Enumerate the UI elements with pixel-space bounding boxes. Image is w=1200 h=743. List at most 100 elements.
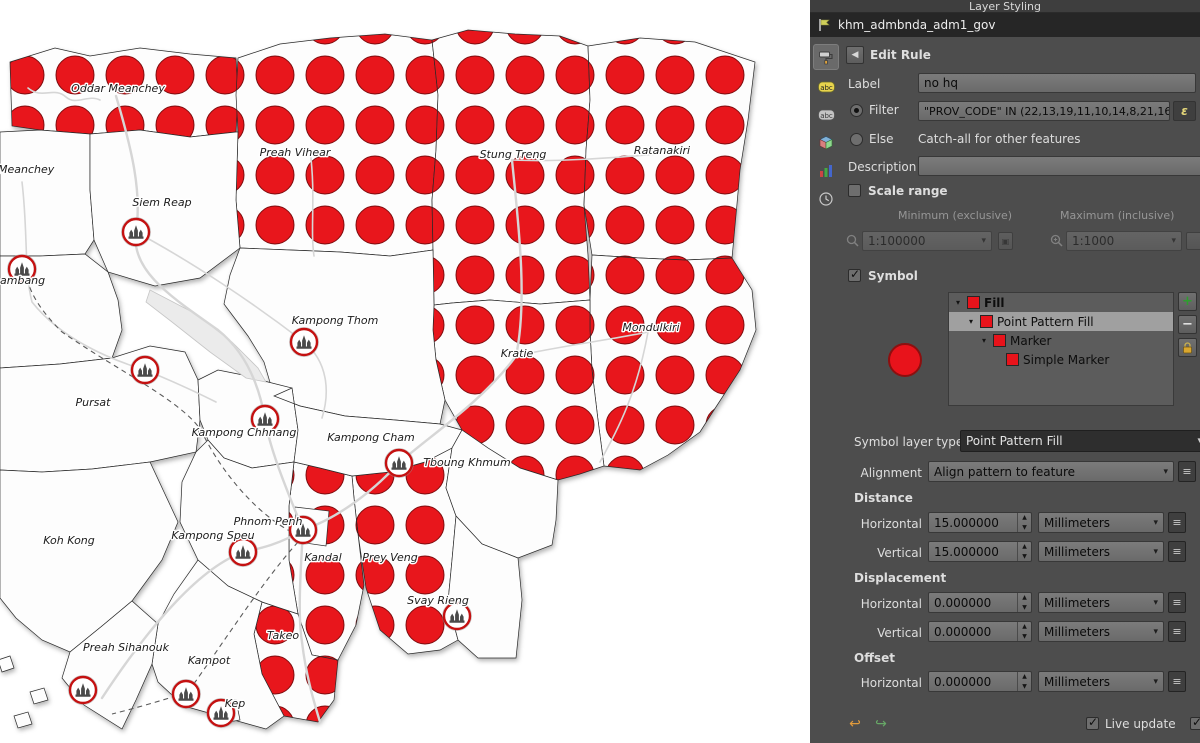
masks-tab-icon[interactable]: abc bbox=[813, 102, 839, 128]
redo-style-button[interactable]: ↪ bbox=[872, 714, 890, 732]
map-canvas[interactable]: Oddar MeancheyMeancheySiem ReapPreah Vih… bbox=[0, 0, 810, 743]
symbol-tree-item-simple-marker[interactable]: Simple Marker bbox=[949, 350, 1173, 369]
spin-arrows[interactable]: ▲▼ bbox=[1017, 542, 1031, 561]
alignment-dropdown[interactable]: Align pattern to feature ▾ bbox=[928, 461, 1174, 482]
spin-down-icon[interactable]: ▼ bbox=[1018, 603, 1031, 613]
province-label: Tboung Khmum bbox=[423, 456, 510, 469]
province-preah-vihear[interactable] bbox=[236, 34, 438, 256]
spin-arrows[interactable]: ▲▼ bbox=[1017, 672, 1031, 691]
spin-up-icon[interactable]: ▲ bbox=[1018, 672, 1031, 682]
filter-radio[interactable] bbox=[850, 104, 863, 117]
chevron-down-icon: ▾ bbox=[977, 236, 986, 246]
displacement-horizontal-spinbox[interactable]: 0.000000 ▲▼ bbox=[928, 592, 1032, 613]
remove-symbol-layer-button[interactable]: − bbox=[1178, 315, 1197, 334]
labels-abc-icon: abc bbox=[818, 80, 835, 94]
tree-expander-icon[interactable]: ▾ bbox=[979, 336, 989, 345]
label-input[interactable]: no hq bbox=[918, 73, 1196, 93]
back-button[interactable]: ◀ bbox=[846, 46, 864, 64]
province-label: Ratanakiri bbox=[634, 144, 690, 157]
symbol-caption: Symbol bbox=[868, 268, 918, 284]
alignment-data-defined-button[interactable]: ≡ bbox=[1178, 461, 1196, 482]
description-input[interactable] bbox=[918, 156, 1200, 176]
province-banteay-meanchey[interactable] bbox=[0, 130, 94, 256]
symbology-tab-icon[interactable] bbox=[813, 44, 839, 70]
symbol-swatch bbox=[980, 315, 993, 328]
symbol-tree-item-marker[interactable]: ▾Marker bbox=[949, 331, 1173, 350]
tree-expander-icon[interactable]: ▾ bbox=[966, 317, 976, 326]
spin-arrows[interactable]: ▲▼ bbox=[1017, 513, 1031, 532]
hq-marker bbox=[385, 449, 414, 478]
data-defined-icon: ≡ bbox=[1182, 465, 1191, 478]
province-label: Kampong Thom bbox=[292, 314, 379, 327]
spin-arrows[interactable]: ▲▼ bbox=[1017, 622, 1031, 641]
spin-down-icon[interactable]: ▼ bbox=[1018, 682, 1031, 692]
offset-horizontal-spinbox[interactable]: 0.000000 ▲▼ bbox=[928, 671, 1032, 692]
filter-expression-input[interactable]: "PROV_CODE" IN (22,13,19,11,10,14,8,21,1… bbox=[918, 101, 1170, 121]
symbol-checkbox[interactable] bbox=[848, 269, 861, 282]
lock-symbol-color-button[interactable] bbox=[1178, 338, 1197, 357]
province-mondulkiri[interactable] bbox=[590, 255, 756, 470]
displacement-vertical-spinbox[interactable]: 0.000000 ▲▼ bbox=[928, 621, 1032, 642]
displacement-horizontal-data-defined-button[interactable]: ≡ bbox=[1168, 592, 1186, 613]
chevron-down-icon: ▾ bbox=[1149, 547, 1158, 557]
tree-expander-icon[interactable]: ▾ bbox=[953, 298, 963, 307]
distance-horizontal-caption: Horizontal bbox=[838, 516, 922, 532]
symbol-tree-item-point-pattern-fill[interactable]: ▾Point Pattern Fill bbox=[949, 312, 1173, 331]
island bbox=[0, 656, 14, 672]
spin-arrows[interactable]: ▲▼ bbox=[1017, 593, 1031, 612]
displacement-horizontal-caption: Horizontal bbox=[838, 596, 922, 612]
hq-marker bbox=[122, 218, 151, 247]
displacement-vertical-unit-dropdown[interactable]: Millimeters ▾ bbox=[1038, 621, 1164, 642]
hq-marker bbox=[290, 328, 319, 357]
distance-vertical-unit-dropdown[interactable]: Millimeters ▾ bbox=[1038, 541, 1164, 562]
spin-down-icon[interactable]: ▼ bbox=[1018, 632, 1031, 642]
scale-range-checkbox[interactable] bbox=[848, 184, 861, 197]
else-description: Catch-all for other features bbox=[918, 131, 1080, 147]
scale-min-magnifier-icon bbox=[846, 234, 860, 248]
distance-vertical-caption: Vertical bbox=[838, 545, 922, 561]
else-radio[interactable] bbox=[850, 133, 863, 146]
spin-down-icon[interactable]: ▼ bbox=[1018, 552, 1031, 562]
spin-up-icon[interactable]: ▲ bbox=[1018, 542, 1031, 552]
add-symbol-layer-button[interactable]: + bbox=[1178, 292, 1197, 311]
distance-vertical-spinbox[interactable]: 15.000000 ▲▼ bbox=[928, 541, 1032, 562]
description-caption: Description bbox=[848, 159, 916, 175]
distance-vertical-data-defined-button[interactable]: ≡ bbox=[1168, 541, 1186, 562]
spin-up-icon[interactable]: ▲ bbox=[1018, 513, 1031, 523]
3d-view-tab-icon[interactable] bbox=[813, 130, 839, 156]
spin-up-icon[interactable]: ▲ bbox=[1018, 622, 1031, 632]
hq-marker bbox=[131, 356, 160, 385]
province-label: Meanchey bbox=[0, 163, 55, 176]
symbol-layer-type-dropdown[interactable]: Point Pattern Fill ▾ bbox=[960, 430, 1200, 452]
labels-tab-icon[interactable]: abc bbox=[813, 74, 839, 100]
layer-selector[interactable]: khm_admbnda_adm1_gov bbox=[810, 13, 1200, 37]
offset-horizontal-unit-dropdown[interactable]: Millimeters ▾ bbox=[1038, 671, 1164, 692]
set-min-to-current-button[interactable]: ▣ bbox=[998, 232, 1013, 250]
distance-horizontal-spinbox[interactable]: 15.000000 ▲▼ bbox=[928, 512, 1032, 533]
spin-up-icon[interactable]: ▲ bbox=[1018, 593, 1031, 603]
hq-marker bbox=[69, 676, 98, 705]
distance-horizontal-unit-dropdown[interactable]: Millimeters ▾ bbox=[1038, 512, 1164, 533]
displacement-horizontal-unit-dropdown[interactable]: Millimeters ▾ bbox=[1038, 592, 1164, 613]
epsilon-icon: ε bbox=[1181, 104, 1188, 118]
minimum-scale-combo[interactable]: 1:100000 ▾ bbox=[862, 231, 992, 251]
maximum-scale-value: 1:1000 bbox=[1072, 234, 1114, 248]
scale-max-magnifier-icon bbox=[1050, 234, 1064, 248]
undo-style-button[interactable]: ↩ bbox=[846, 714, 864, 732]
expression-builder-button[interactable]: ε bbox=[1173, 101, 1196, 121]
history-tab-icon[interactable] bbox=[813, 186, 839, 212]
spin-down-icon[interactable]: ▼ bbox=[1018, 523, 1031, 533]
symbol-layer-type-caption: Symbol layer type bbox=[854, 434, 963, 450]
diagrams-tab-icon[interactable] bbox=[813, 158, 839, 184]
province-stung-treng[interactable] bbox=[432, 30, 590, 305]
symbol-tree-item-fill[interactable]: ▾Fill bbox=[949, 293, 1173, 312]
displacement-vertical-data-defined-button[interactable]: ≡ bbox=[1168, 621, 1186, 642]
distance-horizontal-data-defined-button[interactable]: ≡ bbox=[1168, 512, 1186, 533]
island bbox=[30, 688, 48, 704]
offset-horizontal-data-defined-button[interactable]: ≡ bbox=[1168, 671, 1186, 692]
live-update-checkbox[interactable] bbox=[1086, 717, 1099, 730]
maximum-scale-combo[interactable]: 1:1000 ▾ bbox=[1066, 231, 1182, 251]
set-max-to-current-button[interactable] bbox=[1186, 232, 1200, 250]
province-label: Takeo bbox=[267, 629, 299, 642]
panel-edge-checkbox[interactable] bbox=[1190, 717, 1200, 730]
